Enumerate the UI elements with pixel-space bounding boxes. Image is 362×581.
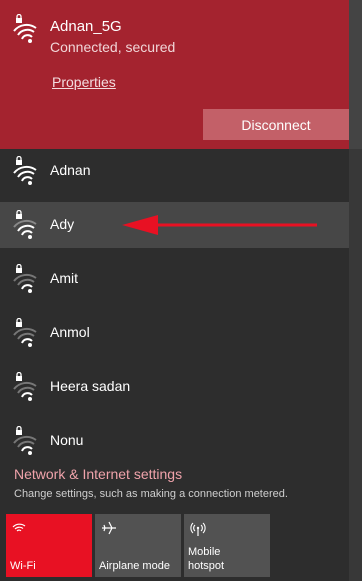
scrollbar-thumb[interactable] [349,0,362,149]
network-item-adnan[interactable]: Adnan [0,148,349,194]
secured-wifi-icon [13,14,37,43]
secured-wifi-icon [13,264,37,293]
airplane-tile-label: Airplane mode [99,560,170,572]
airplane-icon [102,521,116,535]
hotspot-icon [190,522,206,536]
network-name: Adnan [50,162,91,178]
network-name: Amit [50,270,78,286]
wifi-tile-label: Wi-Fi [10,560,36,572]
network-name: Ady [50,216,75,232]
network-name: Nonu [50,432,84,448]
wifi-toggle-tile[interactable]: Wi-Fi [6,514,92,577]
airplane-mode-tile[interactable]: Airplane mode [95,514,181,577]
network-name: Anmol [50,324,90,340]
secured-wifi-icon [13,372,37,401]
disconnect-button[interactable]: Disconnect [203,109,349,140]
hotspot-label-line1: Mobile [188,546,221,558]
network-item-nonu[interactable]: Nonu [0,418,349,464]
hotspot-tile-label: Mobile hotspot [188,545,224,573]
mobile-hotspot-tile[interactable]: Mobile hotspot [184,514,270,577]
properties-link[interactable]: Properties [52,74,116,90]
network-settings-description: Change settings, such as making a connec… [14,488,288,500]
connection-status: Connected, secured [50,39,176,55]
secured-wifi-icon [13,210,37,239]
connected-network-name: Adnan_5G [50,18,122,35]
network-item-amit[interactable]: Amit [0,256,349,302]
secured-wifi-icon [13,426,37,455]
network-item-anmol[interactable]: Anmol [0,310,349,356]
network-settings-link[interactable]: Network & Internet settings [14,466,182,482]
network-name: Heera sadan [50,378,131,394]
connected-network-panel[interactable]: Adnan_5G Connected, secured Properties D… [0,0,349,149]
annotation-arrow-icon [122,215,317,235]
hotspot-label-line2: hotspot [188,560,225,572]
network-item-heera-sadan[interactable]: Heera sadan [0,364,349,410]
wifi-icon [12,523,26,532]
secured-wifi-icon [13,156,37,185]
secured-wifi-icon [13,318,37,347]
